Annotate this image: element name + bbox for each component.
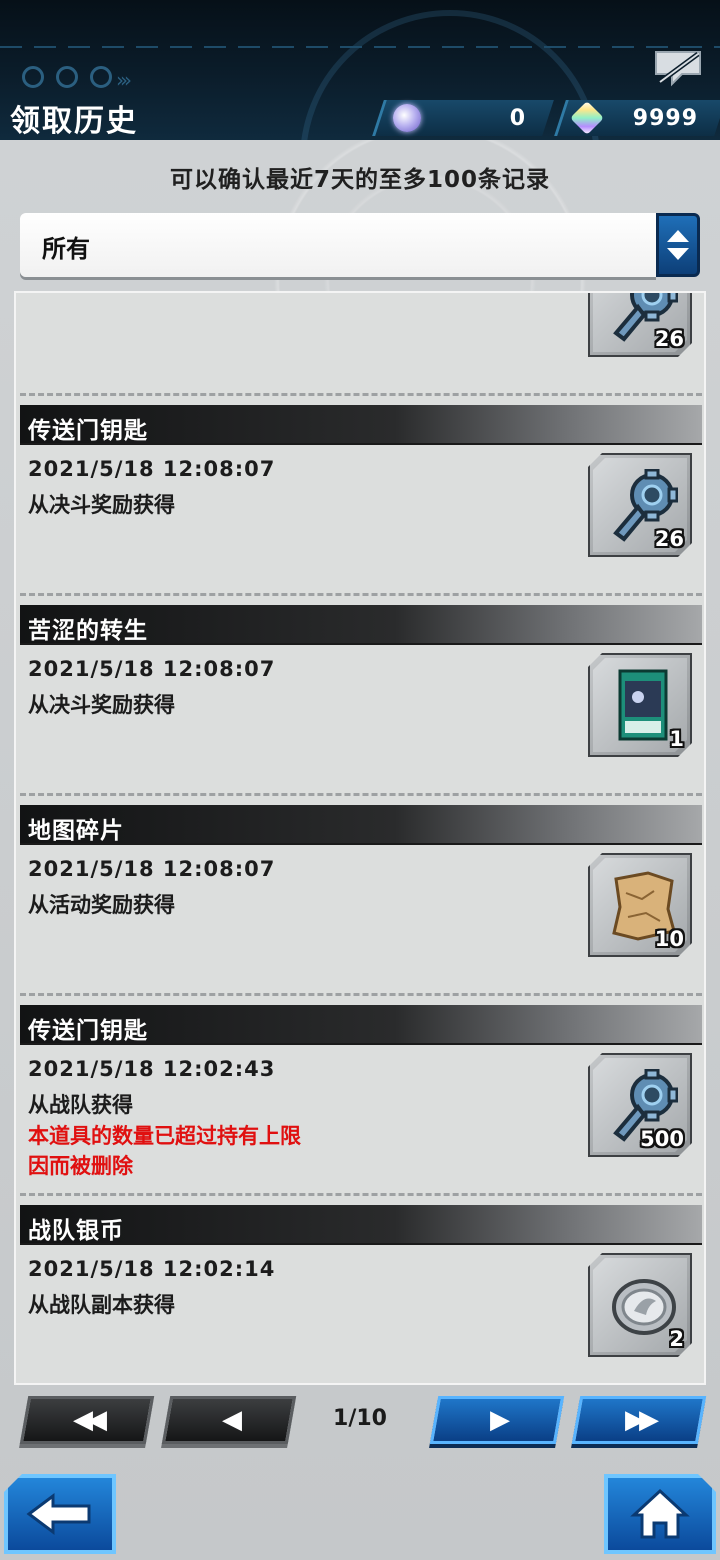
entry-header: 苦涩的转生 <box>20 605 702 645</box>
history-list[interactable]: 26 传送门钥匙 2021/5/18 12:08:07 从决斗奖励获得 26 苦涩的转生 2… <box>14 291 706 1385</box>
item-tile[interactable]: 26 <box>588 291 692 357</box>
entry-header: 地图碎片 <box>20 805 702 845</box>
header-decoration-line <box>0 46 720 48</box>
history-entry: 传送门钥匙 2021/5/18 12:02:43 从战队获得本道具的数量已超过持有上… <box>16 997 704 1197</box>
received-timestamp: 2021/5/18 12:08:07 <box>28 857 276 881</box>
filter-dropdown[interactable]: 所有 <box>20 213 700 277</box>
history-entry: 战队银币 2021/5/18 12:02:14 从战队副本获得 2 <box>16 1197 704 1385</box>
warning-line: 本道具的数量已超过持有上限 <box>28 1124 301 1148</box>
item-tile[interactable]: 26 <box>588 453 692 557</box>
received-timestamp: 2021/5/18 12:02:14 <box>28 1257 276 1281</box>
back-button[interactable] <box>4 1474 116 1554</box>
page-title: 领取历史 <box>10 104 138 139</box>
arrow-up-icon <box>667 230 689 242</box>
first-page-button[interactable]: ◀◀ <box>19 1396 155 1444</box>
history-entry: 地图碎片 2021/5/18 12:08:07 从活动奖励获得 10 <box>16 797 704 997</box>
item-tile[interactable]: 1 <box>588 653 692 757</box>
history-entry: 传送门钥匙 2021/5/18 12:08:07 从决斗奖励获得 26 <box>16 397 704 597</box>
next-page-button[interactable]: ▶ <box>429 1396 565 1444</box>
item-quantity: 1 <box>669 727 684 751</box>
history-entry: 26 <box>16 291 704 397</box>
warning-line: 因而被删除 <box>28 1154 133 1178</box>
received-source: 从决斗奖励获得 <box>28 693 175 717</box>
page-indicator: 1/10 <box>333 1406 387 1431</box>
last-page-button[interactable]: ▶▶ <box>571 1396 707 1444</box>
item-tile[interactable]: 500 <box>588 1053 692 1157</box>
orb-currency-value: 0 <box>509 105 526 131</box>
arrow-down-icon <box>667 248 689 260</box>
header-bar: ››› 领取历史 0 9999 <box>0 0 720 140</box>
entry-divider <box>20 993 702 996</box>
history-description: 可以确认最近7天的至多100条记录 <box>169 167 550 193</box>
filter-select-box[interactable]: 所有 <box>20 213 656 277</box>
item-quantity: 26 <box>654 327 684 351</box>
home-button[interactable] <box>604 1474 716 1554</box>
card-icon <box>608 669 678 743</box>
orb-gem-icon <box>393 104 421 132</box>
item-quantity: 2 <box>669 1327 684 1351</box>
filter-selected-value: 所有 <box>42 235 90 263</box>
home-icon <box>630 1487 690 1541</box>
chevron-left-icon: ◀ <box>222 1405 236 1435</box>
item-tile[interactable]: 2 <box>588 1253 692 1357</box>
prev-page-button[interactable]: ◀ <box>161 1396 297 1444</box>
double-chevron-right-icon: ▶▶ <box>625 1405 653 1435</box>
crystal-currency-value: 9999 <box>632 105 698 131</box>
item-name: 传送门钥匙 <box>28 418 148 444</box>
entry-header: 传送门钥匙 <box>20 405 702 445</box>
entry-divider <box>20 393 702 396</box>
entry-divider <box>20 593 702 596</box>
chat-off-icon[interactable] <box>652 48 704 88</box>
received-source: 从活动奖励获得 <box>28 893 175 917</box>
received-timestamp: 2021/5/18 12:08:07 <box>28 657 276 681</box>
header-decoration-circles <box>22 66 124 92</box>
item-quantity: 26 <box>654 527 684 551</box>
received-source: 从战队获得 <box>28 1093 133 1117</box>
item-name: 战队银币 <box>28 1218 124 1244</box>
item-quantity: 10 <box>654 927 684 951</box>
over-limit-warning: 本道具的数量已超过持有上限 因而被删除 <box>28 1121 301 1181</box>
arrow-left-icon <box>26 1493 91 1535</box>
history-entry: 苦涩的转生 2021/5/18 12:08:07 从决斗奖励获得 1 <box>16 597 704 797</box>
item-name: 传送门钥匙 <box>28 1018 148 1044</box>
filter-toggle-button[interactable] <box>656 213 700 277</box>
orb-currency-display: 0 <box>372 100 554 136</box>
chevron-right-icon: ▶ <box>490 1405 504 1435</box>
item-name: 地图碎片 <box>28 818 124 844</box>
received-timestamp: 2021/5/18 12:08:07 <box>28 457 276 481</box>
item-tile[interactable]: 10 <box>588 853 692 957</box>
entry-divider <box>20 793 702 796</box>
item-name: 苦涩的转生 <box>28 618 148 644</box>
item-quantity: 500 <box>640 1127 684 1151</box>
received-timestamp: 2021/5/18 12:02:43 <box>28 1057 276 1081</box>
entry-header: 战队银币 <box>20 1205 702 1245</box>
double-chevron-left-icon: ◀◀ <box>73 1405 101 1435</box>
header-decoration-arrows: ››› <box>116 68 132 92</box>
entry-header: 传送门钥匙 <box>20 1005 702 1045</box>
crystal-currency-display: 9999 <box>554 100 720 136</box>
silver-coin-icon <box>608 1269 678 1343</box>
entry-divider <box>20 1193 702 1196</box>
received-source: 从决斗奖励获得 <box>28 493 175 517</box>
received-source: 从战队副本获得 <box>28 1293 175 1317</box>
